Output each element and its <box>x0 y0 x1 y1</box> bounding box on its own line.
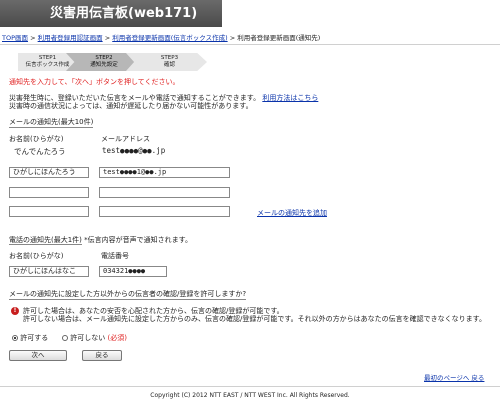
phone-number-input[interactable]: 034321●●●● <box>99 266 167 277</box>
how-to-link[interactable]: 利用方法はこちら <box>262 94 318 102</box>
breadcrumb-top[interactable]: TOP画面 <box>2 34 28 42</box>
allow-radio[interactable] <box>12 335 18 341</box>
add-mail-link[interactable]: メールの通知先を追加 <box>257 208 327 218</box>
back-to-top-link[interactable]: 最初のページへ 戻る <box>424 372 484 382</box>
allow-radio-option[interactable]: 許可する <box>12 333 48 343</box>
breadcrumb-current: 利用者登録更新画面(通知先) <box>237 34 321 42</box>
divider <box>0 44 500 45</box>
mail-col-name: お名前(ひらがな) <box>9 135 64 143</box>
breadcrumb-auth[interactable]: 利用者登録用認証画面 <box>38 34 103 42</box>
mail-address-input-3[interactable] <box>99 206 230 217</box>
required-label: (必須) <box>107 334 127 342</box>
breadcrumb: TOP画面 > 利用者登録用認証画面 > 利用者登録更新画面(伝言ボックス作成)… <box>2 34 321 42</box>
mail-name-input-3[interactable] <box>9 206 89 217</box>
phone-section-heading: 電話の通知先(最大1件) *伝言内容が音声で通知されます。 <box>9 236 192 245</box>
step-3: STEP3 確認 <box>126 53 207 71</box>
mail-col-address: メールアドレス <box>101 135 150 143</box>
description-line2: 災害時の通信状況によっては、通知が遅延したり届かない可能性があります。 <box>9 102 253 110</box>
breadcrumb-box[interactable]: 利用者登録更新画面(伝言ボックス作成) <box>112 34 227 42</box>
phone-name-input[interactable]: ひがしにほんはなこ <box>9 266 89 277</box>
permission-question: メールの通知先に設定した方以外からの伝言者の確認/登録を許可しますか? <box>9 290 247 300</box>
step-2-current: STEP2 通知先設定 <box>66 53 136 71</box>
step-1: STEP1 伝言ボックス作成 <box>18 53 77 71</box>
mail-address-input-2[interactable] <box>99 187 230 198</box>
mail-section-heading: メールの通知先(最大10件) <box>9 118 94 128</box>
registered-mail: test●●●●@●●.jp <box>102 146 166 155</box>
deny-radio-option[interactable]: 許可しない (必須) <box>62 333 127 343</box>
permission-line2: 許可しない場合は、メール通知先に設定した方からのみ、伝言の確認/登録が可能です。… <box>23 315 486 323</box>
registered-name: でんでんたろう <box>14 147 66 156</box>
mail-name-input-1[interactable]: ひがしにほんたろう <box>9 167 89 178</box>
mail-name-input-2[interactable] <box>9 187 89 198</box>
mail-address-input-1[interactable]: test●●●●1@●●.jp <box>99 167 230 178</box>
phone-col-number: 電話番号 <box>101 252 129 260</box>
next-button[interactable]: 次へ <box>9 350 67 361</box>
phone-col-name: お名前(ひらがな) <box>9 252 64 260</box>
app-header: 災害用伝言板(web171) <box>0 0 222 27</box>
app-title: 災害用伝言板(web171) <box>50 6 198 21</box>
footer-divider <box>0 386 500 387</box>
phone-note: *伝言内容が音声で通知されます。 <box>84 236 192 244</box>
deny-radio[interactable] <box>62 335 68 341</box>
copyright: Copyright (C) 2012 NTT EAST / NTT WEST I… <box>150 392 350 399</box>
exclamation-icon: ! <box>11 307 19 315</box>
back-button[interactable]: 戻る <box>82 350 122 361</box>
instruction-text: 通知先を入力して、「次へ」ボタンを押してください。 <box>9 78 180 86</box>
